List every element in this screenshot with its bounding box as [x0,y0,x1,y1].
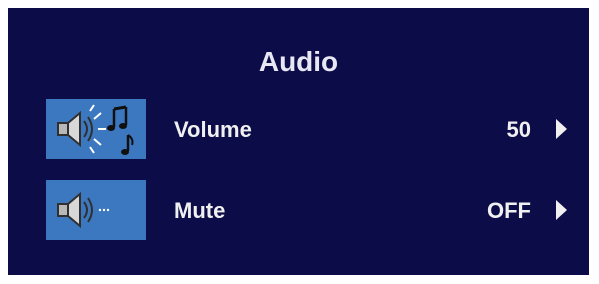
mute-value: OFF [487,198,531,223]
mute-speaker-icon [46,180,146,240]
right-arrow-icon[interactable] [556,119,567,139]
menu-title: Audio [258,46,339,77]
volume-menu-item[interactable]: Volume 50 [46,99,591,159]
audio-osd-panel: Audio Volume 50 Mute OFF [8,8,589,275]
right-arrow-icon[interactable] [556,200,567,220]
volume-speaker-music-icon [46,99,146,159]
volume-label: Volume [174,117,252,142]
mute-label: Mute [174,198,226,223]
mute-menu-item[interactable]: Mute OFF [46,180,591,240]
volume-value: 50 [506,117,531,142]
